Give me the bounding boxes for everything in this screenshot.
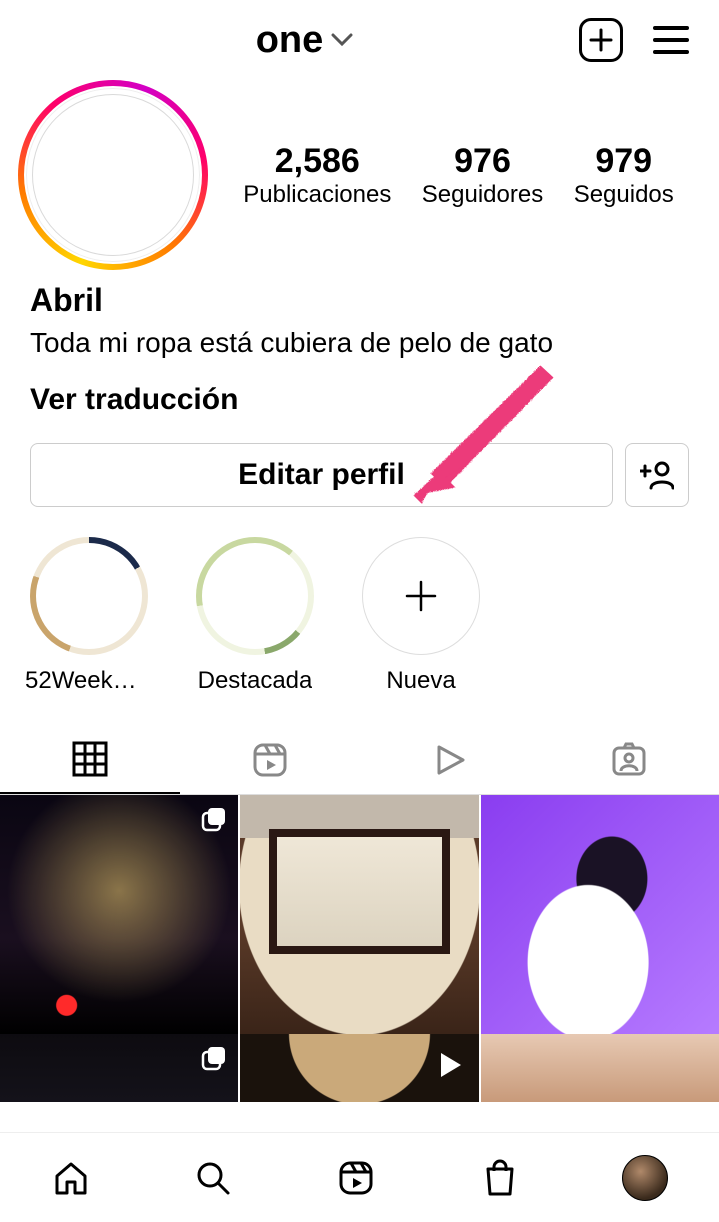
plus-icon [362, 537, 480, 655]
edit-profile-button[interactable]: Editar perfil [30, 443, 613, 507]
profile-header: one [0, 0, 719, 70]
nav-shop[interactable] [480, 1157, 520, 1199]
profile-tabs [0, 725, 719, 795]
highlight-new[interactable]: Nueva [356, 537, 486, 695]
highlight-cover-icon [30, 537, 148, 655]
stat-posts-label: Publicaciones [243, 181, 391, 209]
highlight-item[interactable]: Destacada [190, 537, 320, 695]
home-icon [51, 1158, 91, 1198]
carousel-badge-icon [200, 805, 228, 838]
grid-icon [70, 739, 110, 779]
nav-reels[interactable] [335, 1157, 377, 1199]
story-ring-avatar[interactable] [18, 80, 208, 270]
stat-followers[interactable]: 976 Seguidores [422, 142, 543, 209]
burger-line-icon [653, 26, 689, 30]
stat-followers-count: 976 [422, 142, 543, 181]
posts-grid-row2 [0, 1034, 719, 1102]
create-post-button[interactable] [579, 18, 623, 62]
play-icon [429, 740, 469, 780]
tagged-icon [608, 739, 650, 781]
edit-profile-label: Editar perfil [238, 458, 405, 492]
highlight-label: Nueva [386, 667, 455, 695]
burger-line-icon [653, 38, 689, 42]
post-thumbnail[interactable] [481, 795, 719, 1033]
stat-following[interactable]: 979 Seguidos [574, 142, 674, 209]
post-thumbnail[interactable] [240, 1034, 478, 1102]
stat-posts[interactable]: 2,586 Publicaciones [243, 142, 391, 209]
nav-profile[interactable] [622, 1155, 668, 1201]
post-thumbnail[interactable] [0, 1034, 238, 1102]
nav-avatar-icon [622, 1155, 668, 1201]
see-translation-link[interactable]: Ver traducción [30, 383, 689, 417]
tab-tagged[interactable] [539, 725, 719, 794]
post-thumbnail[interactable] [481, 1034, 719, 1102]
profile-bio: Abril Toda mi ropa está cubiera de pelo … [0, 270, 719, 417]
burger-line-icon [653, 50, 689, 54]
highlight-label: Destacada [198, 667, 313, 695]
stat-following-label: Seguidos [574, 181, 674, 209]
profile-summary: 2,586 Publicaciones 976 Seguidores 979 S… [0, 70, 719, 270]
bottom-nav [0, 1132, 719, 1222]
video-badge-icon [435, 1050, 465, 1085]
highlight-label: 52WeekWri... [25, 667, 153, 695]
stat-following-count: 979 [574, 142, 674, 181]
shop-icon [480, 1157, 520, 1199]
nav-search[interactable] [193, 1158, 233, 1198]
profile-actions: Editar perfil [0, 417, 719, 507]
display-name: Abril [30, 282, 689, 319]
posts-grid [0, 795, 719, 1033]
menu-button[interactable] [653, 26, 689, 54]
tab-grid[interactable] [0, 725, 180, 794]
tab-video[interactable] [360, 725, 540, 794]
story-highlights: 52WeekWri... Destacada Nueva [0, 507, 719, 695]
stat-followers-label: Seguidores [422, 181, 543, 209]
bio-text: Toda mi ropa está cubiera de pelo de gat… [30, 325, 689, 361]
username-dropdown[interactable]: one [30, 19, 579, 62]
add-person-icon [640, 460, 674, 490]
reels-icon [250, 740, 290, 780]
highlight-item[interactable]: 52WeekWri... [24, 537, 154, 695]
tab-reels[interactable] [180, 725, 360, 794]
carousel-badge-icon [200, 1044, 228, 1077]
post-thumbnail[interactable] [0, 795, 238, 1033]
search-icon [193, 1158, 233, 1198]
highlight-cover-icon [196, 537, 314, 655]
reels-icon [335, 1157, 377, 1199]
plus-icon [588, 27, 614, 53]
avatar [24, 86, 202, 264]
nav-home[interactable] [51, 1158, 91, 1198]
stat-posts-count: 2,586 [243, 142, 391, 181]
discover-people-button[interactable] [625, 443, 689, 507]
chevron-down-icon [331, 26, 353, 54]
username-label: one [256, 19, 324, 62]
post-thumbnail[interactable] [240, 795, 478, 1033]
